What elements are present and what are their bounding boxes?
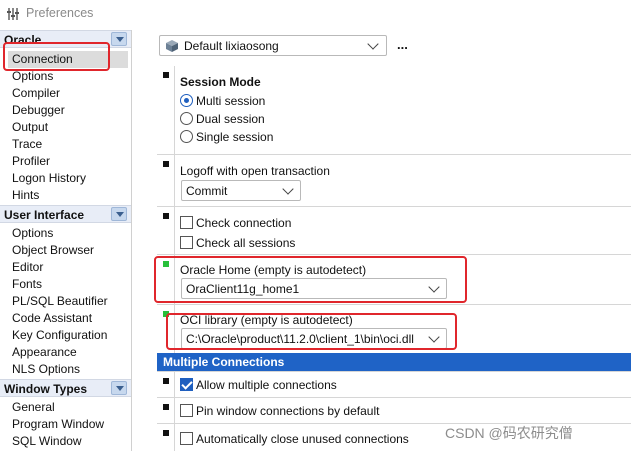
preferences-nav: Oracle Connection Options Compiler Debug…: [0, 30, 132, 451]
checkbox[interactable]: [180, 404, 193, 418]
window-title: Preferences: [26, 6, 94, 20]
nav-item-appearance[interactable]: Appearance: [12, 344, 77, 361]
profile-value: Default lixiaosong: [184, 39, 279, 53]
checkbox[interactable]: [180, 378, 193, 392]
nav-item-output[interactable]: Output: [12, 119, 48, 136]
nav-item-key-configuration[interactable]: Key Configuration: [12, 327, 107, 344]
section-checks: Check connection Check all sessions: [157, 206, 631, 254]
nav-group-label: Window Types: [4, 382, 88, 396]
checkbox-label: Check connection: [196, 216, 292, 230]
radio-multi-session[interactable]: Multi session: [180, 94, 265, 110]
collapse-arrow-icon[interactable]: [111, 207, 127, 221]
checkbox[interactable]: [180, 236, 193, 250]
session-mode-title: Session Mode: [180, 75, 261, 89]
radio-button[interactable]: [180, 94, 193, 108]
nav-item-trace[interactable]: Trace: [12, 136, 42, 153]
radio-button[interactable]: [180, 112, 193, 126]
nav-item-nls-options[interactable]: NLS Options: [12, 361, 80, 378]
cube-icon: [166, 40, 178, 52]
check-auto-close-connections[interactable]: Automatically close unused connections: [180, 432, 409, 448]
preferences-icon: [7, 8, 19, 20]
nav-item-logon-history[interactable]: Logon History: [12, 170, 86, 187]
section-marker: [163, 404, 169, 410]
section-marker: [163, 213, 169, 219]
nav-item-general[interactable]: General: [12, 399, 55, 416]
title-bar: Preferences: [0, 0, 631, 28]
checkbox[interactable]: [180, 216, 193, 230]
section-allow-multiple: Allow multiple connections: [157, 371, 631, 397]
nav-item-debugger[interactable]: Debugger: [12, 102, 65, 119]
nav-item-editor[interactable]: Editor: [12, 259, 43, 276]
collapse-arrow-icon[interactable]: [111, 32, 127, 46]
section-logoff: Logoff with open transaction Commit: [157, 154, 631, 206]
nav-item-ui-options[interactable]: Options: [12, 225, 53, 242]
check-all-sessions[interactable]: Check all sessions: [180, 236, 295, 252]
nav-item-code-assistant[interactable]: Code Assistant: [12, 310, 92, 327]
watermark: CSDN @码农研究僧: [445, 425, 573, 441]
radio-button[interactable]: [180, 130, 193, 144]
section-marker: [163, 378, 169, 384]
multiple-connections-header: Multiple Connections: [157, 353, 631, 371]
chevron-down-icon: [367, 38, 379, 50]
nav-item-program-window[interactable]: Program Window: [12, 416, 104, 433]
checkbox-label: Allow multiple connections: [196, 378, 337, 392]
highlight-oci-library: [166, 313, 457, 350]
logoff-value: Commit: [186, 184, 228, 198]
check-connection[interactable]: Check connection: [180, 216, 291, 232]
check-pin-window-connections[interactable]: Pin window connections by default: [180, 404, 379, 420]
nav-group-user-interface[interactable]: User Interface: [0, 205, 131, 223]
chevron-down-icon: [282, 183, 294, 195]
checkbox[interactable]: [180, 432, 193, 446]
checkbox-label: Automatically close unused connections: [196, 432, 409, 446]
radio-label: Multi session: [196, 94, 266, 108]
nav-item-profiler[interactable]: Profiler: [12, 153, 50, 170]
section-pin-connections: Pin window connections by default: [157, 397, 631, 423]
nav-item-plsql-beautifier[interactable]: PL/SQL Beautifier: [12, 293, 108, 310]
logoff-select[interactable]: Commit: [181, 180, 301, 201]
section-session-mode: Session Mode Multi session Dual session …: [157, 66, 631, 154]
section-marker: [163, 72, 169, 78]
nav-item-compiler[interactable]: Compiler: [12, 85, 60, 102]
collapse-arrow-icon[interactable]: [111, 381, 127, 395]
nav-item-object-browser[interactable]: Object Browser: [12, 242, 94, 259]
nav-item-sql-window[interactable]: SQL Window: [12, 433, 82, 450]
radio-label: Single session: [196, 130, 274, 144]
profile-select[interactable]: Default lixiaosong: [159, 35, 387, 56]
check-allow-multiple-connections[interactable]: Allow multiple connections: [180, 378, 337, 394]
profile-toolbar: Default lixiaosong ...: [155, 30, 631, 62]
highlight-oracle-home: [154, 256, 467, 303]
checkbox-label: Pin window connections by default: [196, 404, 380, 418]
checkbox-label: Check all sessions: [196, 236, 296, 250]
section-marker: [163, 161, 169, 167]
nav-item-fonts[interactable]: Fonts: [12, 276, 42, 293]
nav-group-label: User Interface: [4, 208, 85, 222]
more-button[interactable]: ...: [397, 37, 408, 52]
logoff-label: Logoff with open transaction: [180, 164, 330, 178]
nav-group-window-types[interactable]: Window Types: [0, 379, 131, 397]
radio-single-session[interactable]: Single session: [180, 130, 273, 146]
highlight-connection: [3, 42, 110, 71]
radio-label: Dual session: [196, 112, 265, 126]
radio-dual-session[interactable]: Dual session: [180, 112, 265, 128]
section-marker: [163, 430, 169, 436]
nav-item-hints[interactable]: Hints: [12, 187, 39, 204]
